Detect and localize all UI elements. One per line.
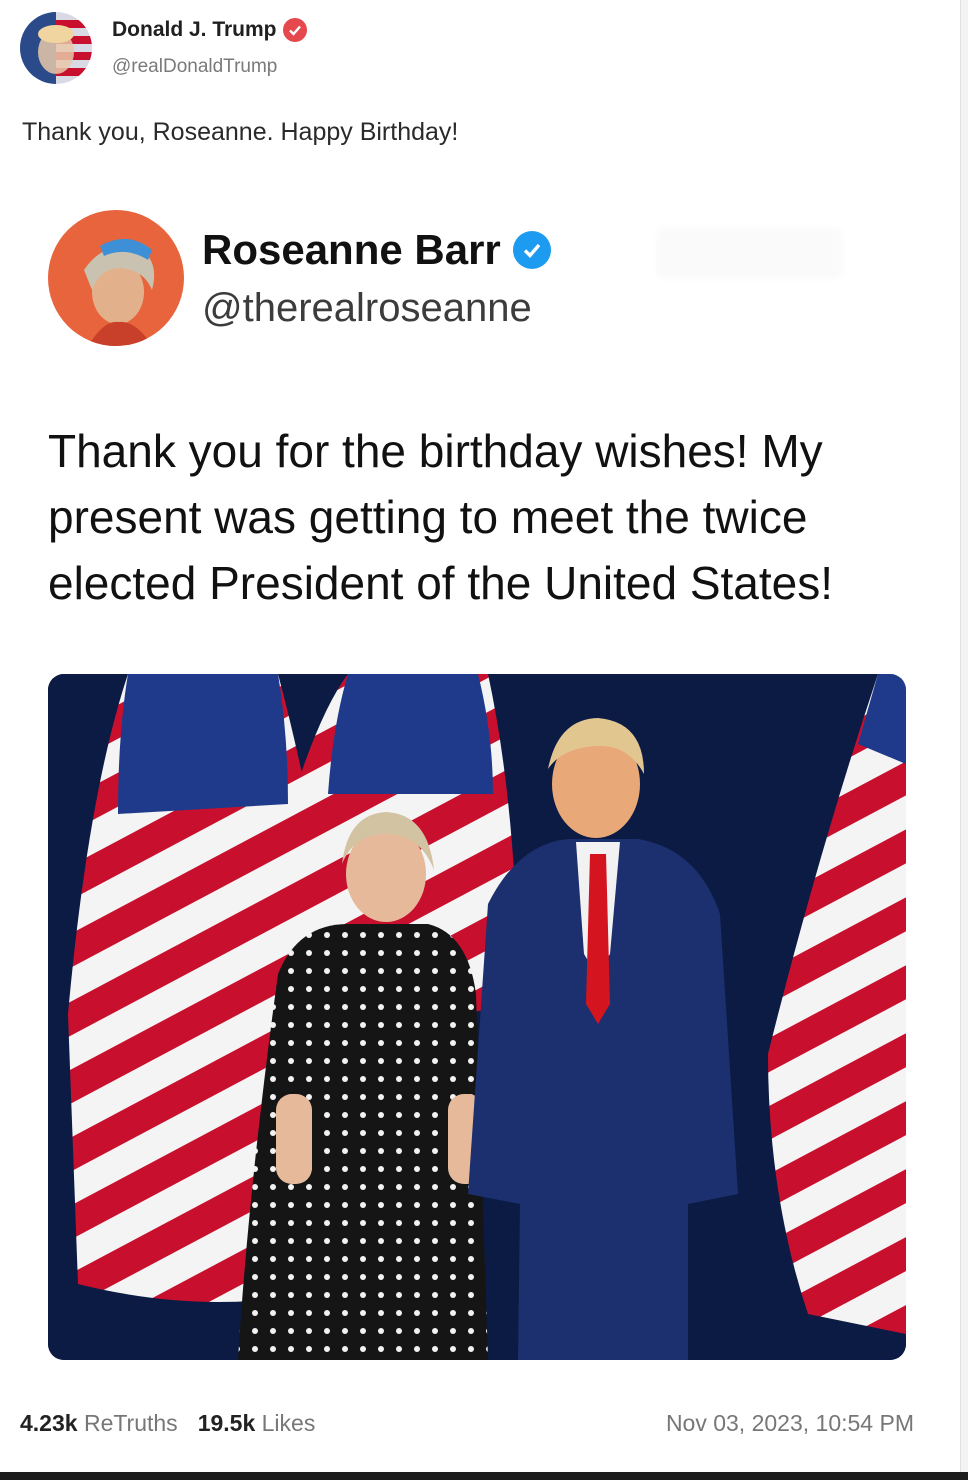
window-edge bbox=[0, 1472, 968, 1480]
embedded-author-avatar bbox=[48, 210, 184, 346]
embedded-author-name: Roseanne Barr bbox=[202, 226, 501, 273]
likes-label: Likes bbox=[261, 1410, 316, 1436]
scrollbar-track bbox=[960, 0, 968, 1480]
retruths-stat[interactable]: 4.23k ReTruths bbox=[20, 1410, 178, 1437]
embedded-author-handle: @therealroseanne bbox=[202, 286, 532, 330]
author-avatar[interactable] bbox=[20, 12, 92, 84]
post-stats: 4.23k ReTruths 19.5k Likes bbox=[20, 1410, 315, 1437]
verified-badge-icon bbox=[282, 18, 307, 42]
post-timestamp[interactable]: Nov 03, 2023, 10:54 PM bbox=[666, 1410, 914, 1437]
embedded-post-text: Thank you for the birthday wishes! My pr… bbox=[48, 425, 834, 609]
author-name[interactable]: Donald J. Trump bbox=[112, 18, 277, 42]
likes-count: 19.5k bbox=[197, 1410, 256, 1436]
photo-icon bbox=[48, 674, 906, 1360]
truth-post: Donald J. Trump @realDonaldTrump Thank y… bbox=[0, 0, 961, 1472]
embedded-post-image[interactable]: Roseanne Barr @therealroseanne Thank you… bbox=[22, 190, 927, 1390]
redacted-area bbox=[657, 228, 842, 278]
likes-stat[interactable]: 19.5k Likes bbox=[198, 1410, 316, 1437]
author-handle[interactable]: @realDonaldTrump bbox=[112, 56, 277, 78]
retruths-label: ReTruths bbox=[83, 1410, 178, 1436]
verified-badge-icon bbox=[512, 231, 551, 269]
post-text: Thank you, Roseanne. Happy Birthday! bbox=[22, 118, 459, 146]
retruths-count: 4.23k bbox=[20, 1410, 78, 1436]
